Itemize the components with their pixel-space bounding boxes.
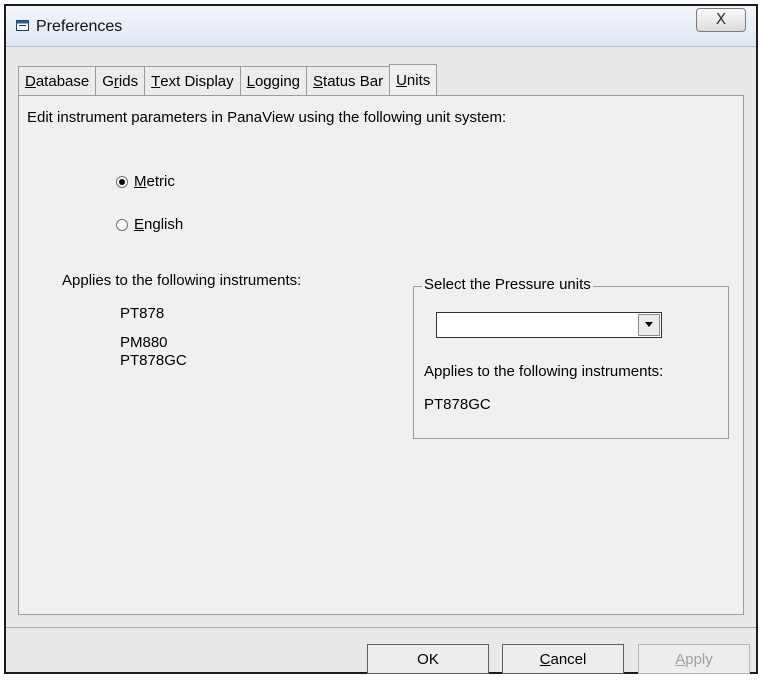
metric-radio[interactable] [116, 176, 128, 188]
english-radio[interactable] [116, 219, 128, 231]
tab-logging[interactable]: Logging [239, 66, 308, 95]
tab-grids[interactable]: Gr ids [95, 66, 146, 95]
tab-units[interactable]: Units [389, 64, 438, 95]
english-label[interactable]: English [134, 216, 183, 233]
pressure-applies-label: Applies to the following instruments: [424, 363, 664, 380]
pressure-units-dropdown[interactable] [436, 312, 662, 338]
units-panel: Edit instrument parameters in PanaView u… [18, 95, 744, 615]
preferences-window: Preferences X Database Gr ids Text Displa… [4, 4, 758, 674]
footer-divider [6, 627, 756, 628]
instrument-item: PT878GC [120, 352, 187, 369]
chevron-down-icon [645, 322, 653, 327]
close-button[interactable]: X [696, 8, 746, 32]
radio-selected-dot [119, 179, 125, 185]
tab-text-display[interactable]: Text Display [144, 66, 241, 95]
ok-button[interactable]: OK [367, 644, 489, 674]
cancel-button[interactable]: Cancel [502, 644, 624, 674]
instrument-item: PM880 [120, 334, 168, 351]
pressure-instrument-item: PT878GC [424, 396, 491, 413]
pressure-group-title: Select the Pressure units [422, 276, 593, 293]
pressure-units-group: Select the Pressure units Applies to the… [413, 276, 729, 439]
instrument-item: PT878 [120, 305, 165, 322]
tab-strip: Database Gr ids Text Display Logging Stat… [18, 64, 438, 96]
window-icon [16, 20, 29, 31]
title-bar[interactable]: Preferences X [6, 6, 756, 47]
applies-label: Applies to the following instruments: [62, 272, 302, 289]
tab-database[interactable]: Database [18, 66, 97, 95]
unit-system-instruction: Edit instrument parameters in PanaView u… [27, 109, 507, 126]
dropdown-button[interactable] [638, 314, 660, 336]
tab-status-bar[interactable]: Status Bar [306, 66, 391, 95]
close-icon: X [715, 10, 727, 28]
apply-button[interactable]: Apply [638, 644, 750, 674]
metric-label[interactable]: Metric [134, 173, 175, 190]
window-title: Preferences [36, 18, 123, 35]
